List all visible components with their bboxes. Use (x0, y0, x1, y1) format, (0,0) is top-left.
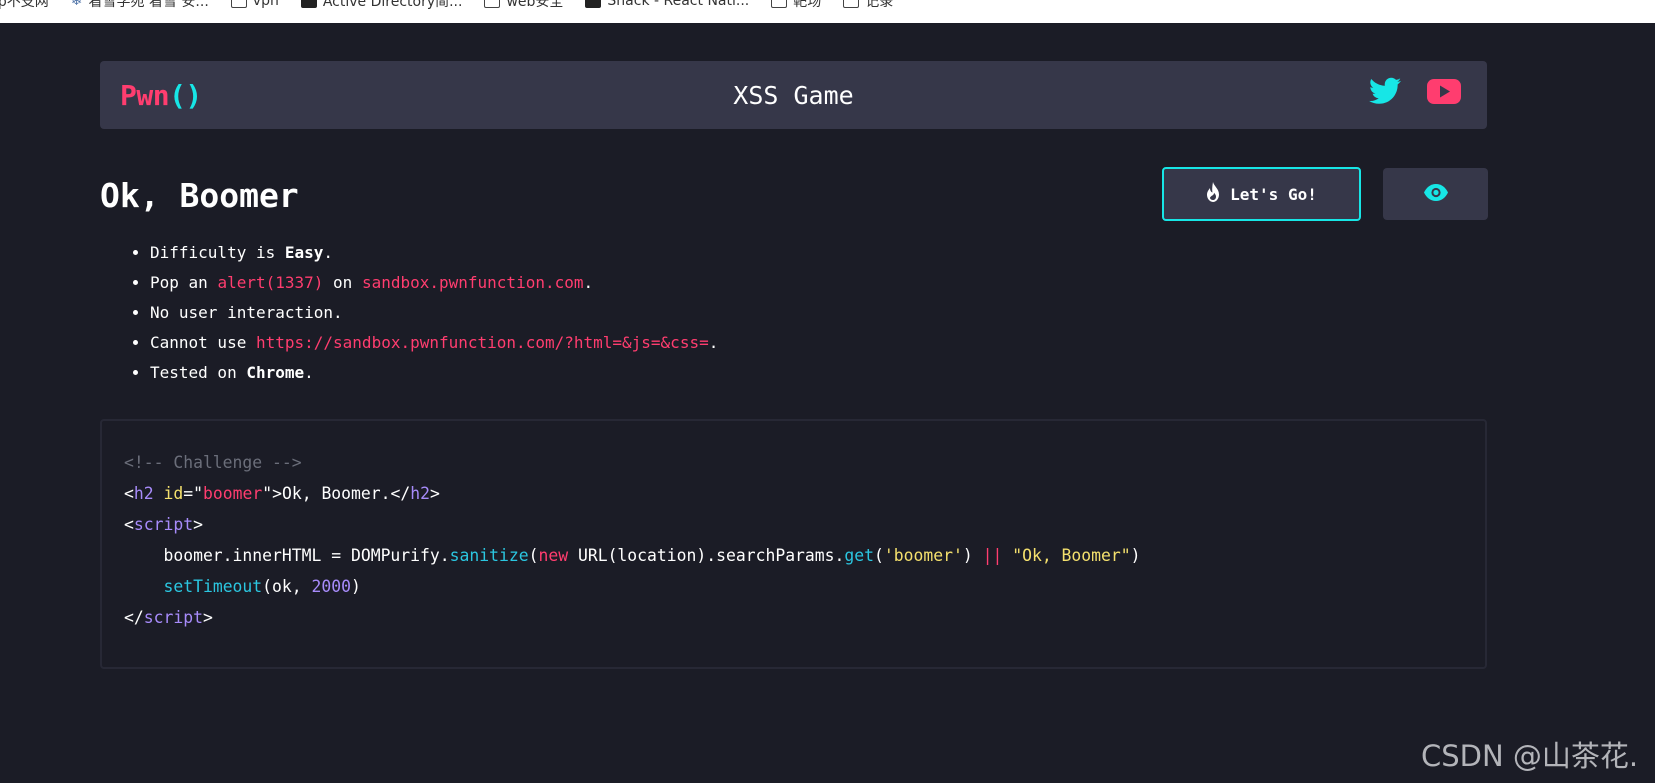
code-punct: > (193, 515, 203, 534)
code-punct: > (430, 484, 440, 503)
youtube-icon[interactable] (1427, 78, 1461, 104)
lets-go-button[interactable]: Let's Go! (1162, 167, 1361, 221)
bookmarks-bar: ip不支网 ❄ 看雪学苑 看雪 安... vpn Active Directory… (0, 0, 1655, 23)
code-punct: > (202, 608, 213, 627)
rule-emphasis: Chrome (246, 363, 305, 382)
code-punct: =" (183, 484, 203, 503)
code-keyword: new (538, 546, 569, 565)
code-attr: id (163, 484, 184, 503)
rule-text: . (708, 333, 719, 352)
watermark: CSDN @山茶花. (1421, 739, 1639, 773)
code-punct: "> (262, 484, 282, 503)
code-operator: || (982, 546, 1003, 565)
code-string: boomer (203, 484, 263, 503)
code-content: <!-- Challenge --> <h2 id="boomer">Ok, B… (124, 447, 1141, 633)
rule-emphasis: Easy (284, 243, 324, 262)
flame-icon (1206, 182, 1220, 206)
folder-icon (843, 0, 860, 8)
challenge-code-block: <!-- Challenge --> <h2 id="boomer">Ok, B… (100, 419, 1487, 669)
cube-icon (585, 0, 602, 8)
code-text: boomer.innerHTML = DOMPurify. (124, 546, 450, 565)
code-tag: script (143, 608, 203, 627)
bookmark-label: web安全 (506, 0, 564, 10)
bookmark-label: Snack - React Nati... (607, 0, 750, 9)
rule-item: Tested on Chrome. (150, 358, 718, 388)
code-function: sanitize (449, 546, 529, 565)
rule-code: sandbox.pwnfunction.com (361, 273, 584, 292)
bookmark-label: 靶场 (793, 0, 822, 10)
code-function: setTimeout (163, 577, 263, 596)
view-solution-button[interactable] (1383, 168, 1488, 220)
code-punct: < (124, 484, 134, 503)
code-punct (1002, 546, 1012, 565)
code-number: 2000 (311, 577, 351, 596)
bookmark-folder[interactable]: web安全 (484, 0, 563, 11)
lets-go-label: Let's Go! (1230, 184, 1317, 204)
bookmark-item[interactable]: ip不支网 (0, 0, 49, 11)
site-header: Pwn() XSS Game (100, 61, 1487, 129)
code-string: 'boomer' (883, 546, 963, 565)
bookmark-item[interactable]: Active Directory简... (300, 0, 463, 11)
code-punct: </ (124, 608, 144, 627)
social-links (1369, 77, 1461, 105)
code-text: (ok, (262, 577, 312, 596)
bookmark-folder[interactable]: vpn (230, 0, 279, 11)
bookmark-item[interactable]: Snack - React Nati... (585, 0, 749, 11)
rule-code: https://sandbox.pwnfunction.com/?html=&j… (255, 333, 709, 352)
bookmark-label: Active Directory简... (322, 0, 463, 10)
bookmark-label: 看雪学苑 看雪 安... (88, 0, 209, 10)
rule-text: . (583, 273, 594, 292)
folder-icon (230, 0, 247, 8)
code-function: get (844, 546, 875, 565)
rule-item: Difficulty is Easy. (150, 238, 718, 268)
challenge-title: Ok, Boomer (100, 176, 299, 215)
challenge-rules: Difficulty is Easy. Pop an alert(1337) o… (100, 238, 718, 388)
bookmark-folder[interactable]: 记录 (843, 0, 893, 11)
rule-text: . (323, 243, 334, 262)
snowflake-icon: ❄ (70, 0, 83, 9)
rule-text: Cannot use (150, 333, 256, 352)
bookmark-item[interactable]: ❄ 看雪学苑 看雪 安... (71, 0, 209, 11)
rule-text: Pop an (150, 273, 218, 292)
code-punct: < (124, 515, 134, 534)
rule-text: Tested on (150, 363, 247, 382)
code-punct: ( (874, 546, 884, 565)
rule-text: on (323, 273, 362, 292)
code-text: Ok, Boomer. (281, 484, 391, 503)
bookmark-label: vpn (252, 0, 279, 9)
code-tag: h2 (133, 484, 154, 503)
folder-icon (771, 0, 788, 8)
twitter-icon[interactable] (1369, 77, 1401, 105)
code-tag: script (133, 515, 194, 534)
bookmark-folder[interactable]: 靶场 (771, 0, 821, 11)
rule-item: No user interaction. (150, 298, 718, 328)
code-punct: ) (1130, 546, 1141, 565)
rule-text: No user interaction. (150, 303, 343, 322)
eye-icon (1423, 184, 1448, 204)
rule-item: Cannot use https://sandbox.pwnfunction.c… (150, 328, 718, 358)
code-punct: </ (390, 484, 411, 503)
terminal-icon (300, 0, 317, 8)
rule-code: alert(1337) (217, 273, 324, 292)
rule-text: . (304, 363, 314, 382)
folder-icon (484, 0, 501, 8)
code-comment: <!-- Challenge --> (124, 453, 302, 472)
code-string: "Ok, Boomer" (1012, 546, 1131, 565)
code-punct: ( (528, 546, 539, 565)
site-title: XSS Game (733, 81, 854, 110)
bookmark-label: ip不支网 (0, 0, 49, 10)
rule-text: Difficulty is (150, 243, 285, 262)
code-punct: ) (351, 577, 361, 596)
bookmark-label: 记录 (865, 0, 894, 10)
code-text: URL(location).searchParams. (568, 546, 845, 565)
rule-item: Pop an alert(1337) on sandbox.pwnfunctio… (150, 268, 718, 298)
code-punct: ) (962, 546, 983, 565)
code-tag: h2 (410, 484, 431, 503)
